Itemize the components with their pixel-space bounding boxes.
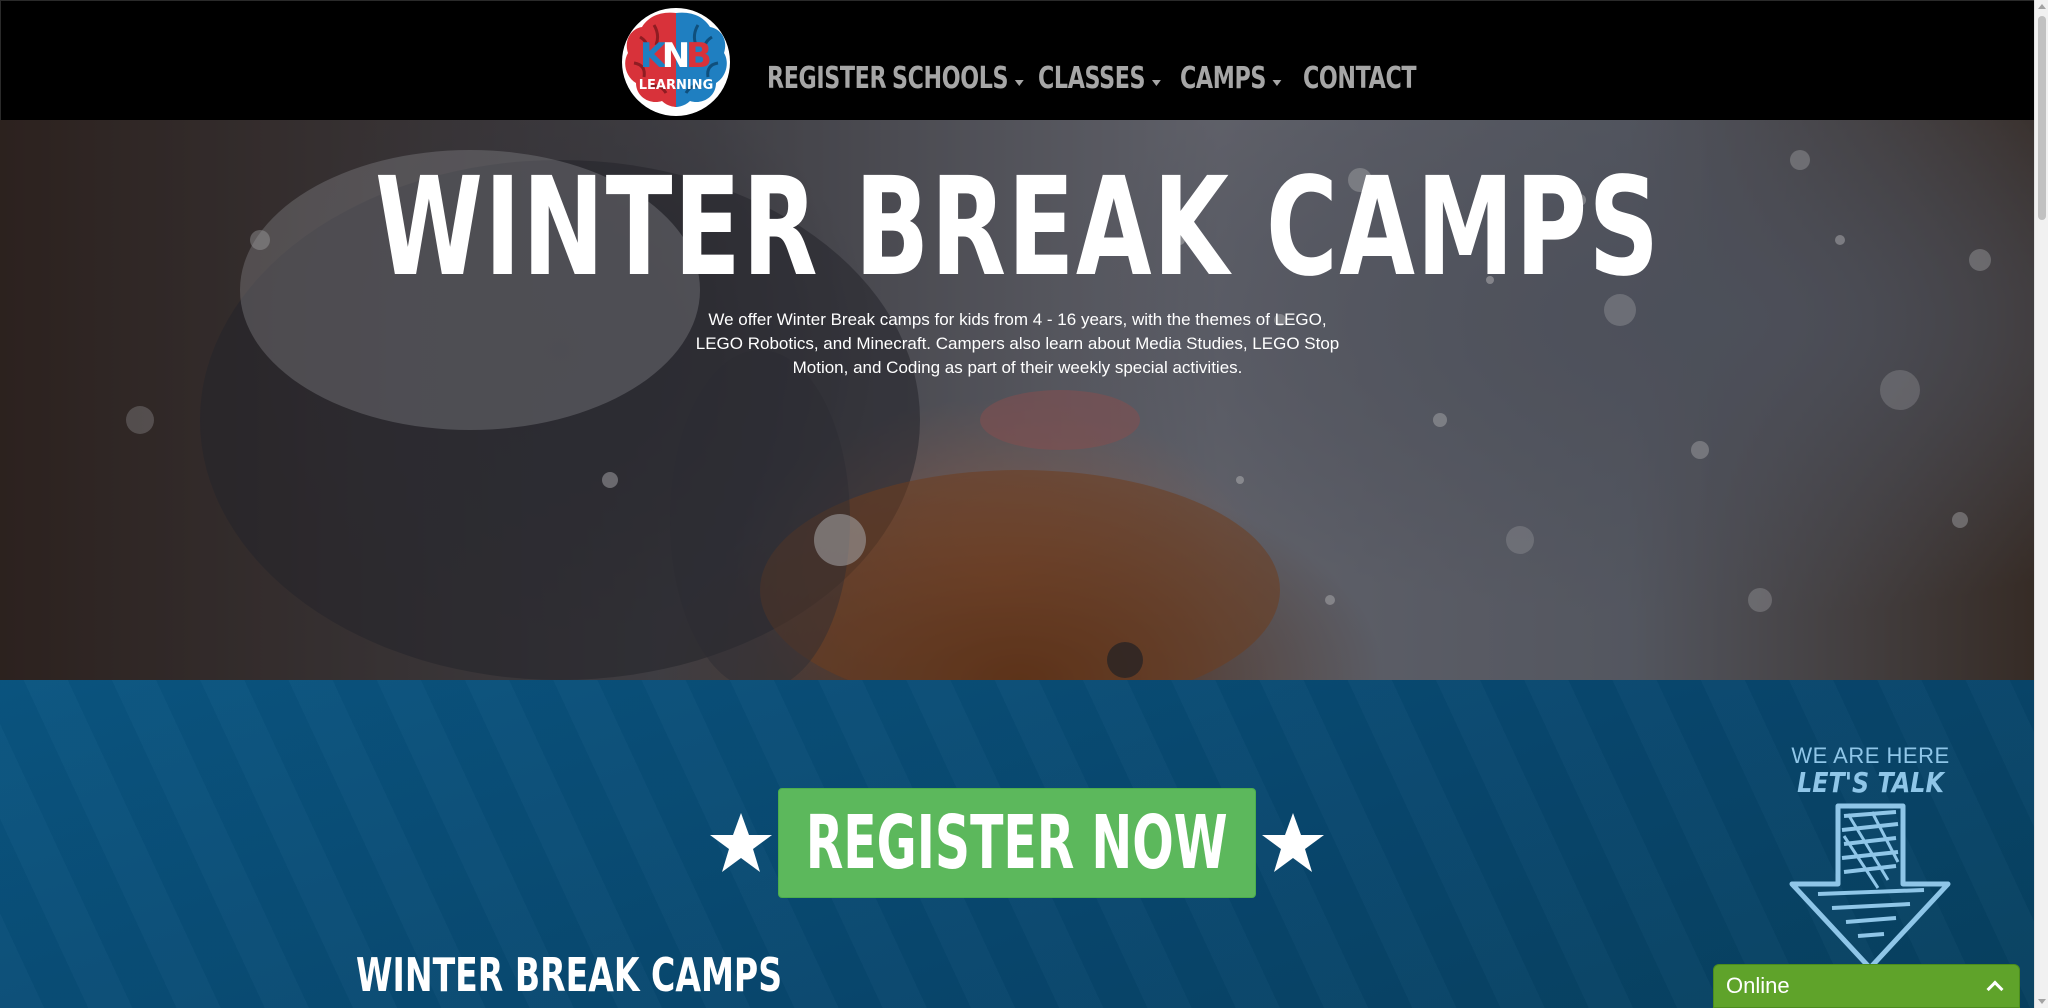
caret-down-icon [1272,80,1282,86]
hero-description: We offer Winter Break camps for kids fro… [695,310,1340,377]
register-section: REGISTER NOW WINTER BREAK CAMPS [0,680,2034,1008]
section-title: WINTER BREAK CAMPS [356,948,783,1002]
logo-letter-b: B [686,36,712,76]
main-nav: REGISTER SCHOOLS CLASSES CAMPS CONTACT [767,53,1423,103]
chevron-up-icon[interactable] [1986,980,2004,998]
register-now-button[interactable]: REGISTER NOW [710,788,1324,898]
live-chat-bar[interactable]: Online [1713,964,2020,1008]
nav-item-label: CONTACT [1303,60,1417,96]
brain-logo-icon: K N B LEARNING [622,8,730,116]
arrow-down-icon [1789,803,1951,971]
scroll-up-arrow-icon[interactable] [2038,4,2046,9]
scrollbar-thumb[interactable] [2038,16,2046,220]
logo-subtext: LEARNING [639,78,714,93]
nav-item-label: REGISTER [767,60,887,96]
scroll-down-arrow-icon[interactable] [2038,999,2046,1004]
nav-item-label: CLASSES [1038,60,1146,96]
star-icon [710,813,773,872]
talk-line-2: LET'S TALK [1797,766,1944,799]
page-scrollbar[interactable] [2034,0,2048,1008]
nav-item-contact[interactable]: CONTACT [1303,53,1417,103]
knb-learning-logo[interactable]: K N B LEARNING [620,7,732,117]
hero-banner: WINTER BREAK CAMPS We offer Winter Break… [0,120,2034,680]
chat-status-label: Online [1726,973,1790,998]
star-icon [1261,813,1324,872]
nav-item-schools[interactable]: SCHOOLS [892,53,1024,103]
talk-line-1: WE ARE HERE [1791,743,1950,768]
nav-item-camps[interactable]: CAMPS [1180,53,1282,103]
nav-item-register[interactable]: REGISTER [767,53,887,103]
nav-item-classes[interactable]: CLASSES [1038,53,1161,103]
hero-title: WINTER BREAK CAMPS [375,149,1661,307]
nav-item-label: CAMPS [1180,60,1266,96]
register-now-label: REGISTER NOW [806,800,1228,886]
caret-down-icon [1014,80,1024,86]
site-header: K N B LEARNING REGISTER SCHOOLS CLASSES … [0,0,2034,120]
caret-down-icon [1151,80,1161,86]
nav-item-label: SCHOOLS [892,60,1009,96]
lets-talk-widget[interactable]: WE ARE HERE LET'S TALK [1783,744,1958,972]
